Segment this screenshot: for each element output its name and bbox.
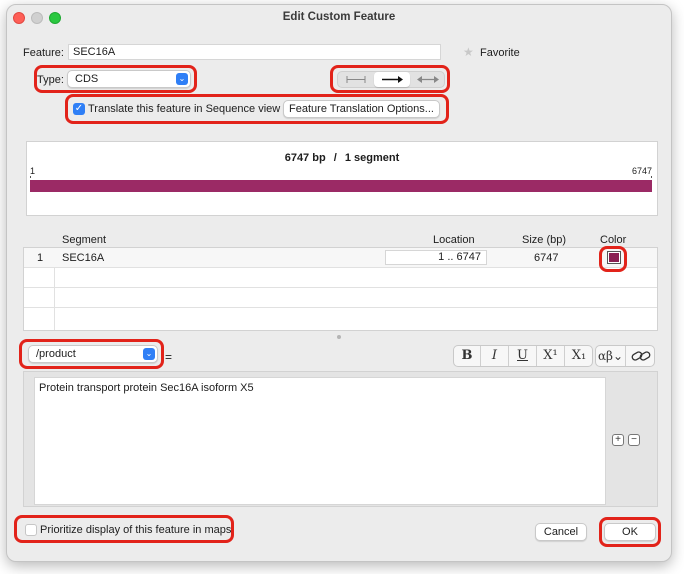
ok-highlight bbox=[599, 517, 661, 547]
feature-bar[interactable] bbox=[30, 180, 652, 192]
feature-name-value: SEC16A bbox=[73, 46, 116, 58]
cancel-button[interactable]: Cancel bbox=[535, 523, 587, 541]
empty-row bbox=[24, 268, 657, 288]
map-summary-segments: 1 segment bbox=[344, 152, 400, 164]
header-location: Location bbox=[433, 234, 475, 246]
empty-row bbox=[24, 308, 657, 328]
row-location-field[interactable]: 1 .. 6747 bbox=[385, 250, 487, 265]
row-location-value: 1 .. 6747 bbox=[438, 251, 481, 263]
remove-qualifier-button[interactable]: − bbox=[628, 434, 640, 446]
format-toolbar: B I U X¹ X₁ bbox=[453, 345, 593, 367]
row-size: 6747 bbox=[534, 252, 559, 264]
superscript-button[interactable]: X¹ bbox=[537, 346, 565, 366]
header-size: Size (bp) bbox=[522, 234, 567, 246]
favorite-label: Favorite bbox=[480, 47, 520, 59]
link-icon bbox=[631, 351, 651, 361]
edit-custom-feature-dialog: Edit Custom Feature Feature: SEC16A ★ Fa… bbox=[6, 4, 672, 562]
map-start-label: 1 bbox=[30, 166, 36, 176]
map-end-label: 6747 bbox=[631, 166, 652, 176]
bold-button[interactable]: B bbox=[454, 346, 481, 366]
feature-map: 6747 bp / 1 segment 1 6747 bbox=[26, 141, 658, 216]
qualifier-highlight bbox=[19, 339, 164, 369]
window-title: Edit Custom Feature bbox=[282, 11, 396, 23]
map-summary: 6747 bp / 1 segment bbox=[27, 152, 657, 164]
map-ruler bbox=[30, 176, 652, 178]
greek-label: αβ bbox=[597, 349, 613, 363]
title-bar: Edit Custom Feature bbox=[7, 5, 671, 29]
qualifier-value-field[interactable]: Protein transport protein Sec16A isoform… bbox=[34, 377, 606, 505]
link-button[interactable] bbox=[627, 348, 655, 364]
row-segment-name: SEC16A bbox=[62, 252, 105, 264]
header-color: Color bbox=[600, 234, 627, 246]
add-qualifier-button[interactable]: + bbox=[612, 434, 624, 446]
map-summary-bp: 6747 bp bbox=[284, 152, 326, 164]
map-summary-separator: / bbox=[333, 152, 337, 164]
qualifier-value-text: Protein transport protein Sec16A isoform… bbox=[39, 382, 254, 394]
segments-table: 1 SEC16A 1 .. 6747 6747 bbox=[23, 247, 658, 331]
equals-sign: = bbox=[165, 350, 173, 364]
qualifier-panel: Protein transport protein Sec16A isoform… bbox=[23, 371, 658, 507]
row-index: 1 bbox=[37, 252, 44, 264]
italic-button[interactable]: I bbox=[481, 346, 509, 366]
feature-name-label: Feature: bbox=[23, 47, 64, 59]
table-row[interactable]: 1 SEC16A 1 .. 6747 6747 bbox=[24, 248, 657, 268]
direction-highlight bbox=[330, 65, 450, 93]
feature-name-field[interactable]: SEC16A bbox=[68, 44, 441, 60]
underline-button[interactable]: U bbox=[509, 346, 537, 366]
favorite-star-icon[interactable]: ★ bbox=[463, 45, 474, 59]
prioritize-highlight bbox=[14, 515, 234, 543]
header-segment: Segment bbox=[62, 234, 107, 246]
split-handle[interactable] bbox=[337, 335, 341, 339]
color-highlight bbox=[599, 246, 627, 272]
greek-symbols-button[interactable]: αβ⌄ bbox=[596, 346, 626, 366]
type-highlight bbox=[34, 65, 197, 93]
subscript-button[interactable]: X₁ bbox=[565, 346, 593, 366]
insert-toolbar: αβ⌄ bbox=[595, 345, 655, 367]
empty-row bbox=[24, 288, 657, 308]
translate-highlight bbox=[65, 94, 449, 124]
